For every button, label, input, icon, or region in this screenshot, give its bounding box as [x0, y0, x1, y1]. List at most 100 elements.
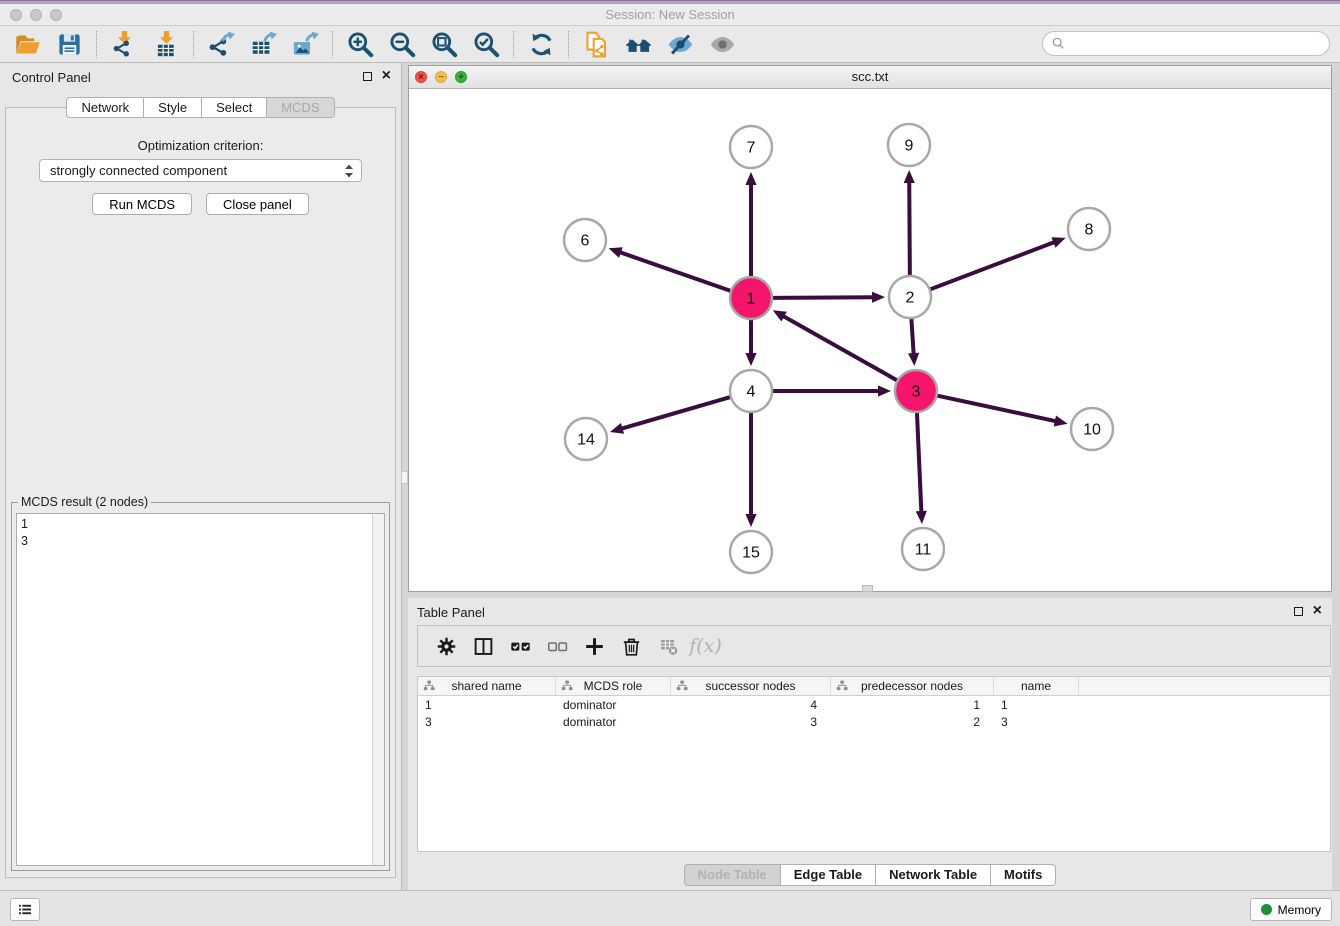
tab-select[interactable]: Select [202, 97, 267, 118]
zoom-out-button[interactable] [381, 28, 423, 61]
edge-4-3[interactable] [773, 385, 891, 396]
panel-divider-grip[interactable] [401, 471, 408, 484]
minimize-window-button[interactable] [30, 9, 42, 21]
edge-3-11[interactable] [916, 413, 927, 524]
select-all-button[interactable] [502, 630, 539, 662]
network-canvas[interactable]: 7 9 6 8 1 2 4 3 14 10 15 11 [409, 89, 1331, 591]
column-layout-button[interactable] [465, 630, 502, 662]
edge-1-6[interactable] [609, 247, 731, 290]
search-input[interactable] [1070, 35, 1329, 52]
node-6[interactable]: 6 [564, 219, 606, 261]
import-network-button[interactable] [103, 28, 145, 61]
node-2[interactable]: 2 [889, 276, 931, 318]
node-15[interactable]: 15 [730, 531, 772, 573]
node-14[interactable]: 14 [565, 418, 607, 460]
table-row[interactable]: 3dominator323 [418, 713, 1330, 730]
zoom-selected-button[interactable] [465, 28, 507, 61]
show-all-button[interactable] [701, 28, 743, 61]
search-box[interactable] [1042, 31, 1330, 56]
cell-predecessor-nodes[interactable]: 2 [831, 715, 994, 729]
open-session-button[interactable] [6, 28, 48, 61]
float-panel-icon[interactable] [363, 72, 372, 81]
cell-mcds-role[interactable]: dominator [556, 715, 671, 729]
tab-network[interactable]: Network [66, 97, 144, 118]
edge-4-14[interactable] [610, 397, 730, 434]
delete-table-icon [658, 636, 679, 657]
tab-mcds[interactable]: MCDS [267, 97, 334, 118]
node-9[interactable]: 9 [888, 124, 930, 166]
run-mcds-button[interactable]: Run MCDS [92, 193, 192, 215]
network-minimize-button[interactable]: − [435, 71, 447, 83]
memory-button[interactable]: Memory [1250, 898, 1332, 921]
column-sort-icon [836, 680, 848, 691]
node-11[interactable]: 11 [902, 528, 944, 570]
network-window-titlebar[interactable]: × − + scc.txt [409, 66, 1331, 89]
zoom-in-button[interactable] [339, 28, 381, 61]
table-panel-title: Table Panel [417, 605, 485, 620]
edge-2-3[interactable] [908, 319, 919, 366]
mcds-result-text[interactable]: 1 3 [16, 513, 385, 866]
table-row[interactable]: 1dominator411 [418, 696, 1330, 713]
save-session-button[interactable] [48, 28, 90, 61]
cell-successor-nodes[interactable]: 4 [671, 698, 831, 712]
cell-shared-name[interactable]: 3 [418, 715, 556, 729]
tab-network-table[interactable]: Network Table [876, 864, 991, 886]
export-network-button[interactable] [200, 28, 242, 61]
cell-mcds-role[interactable]: dominator [556, 698, 671, 712]
edge-4-15[interactable] [745, 413, 756, 527]
node-10[interactable]: 10 [1071, 408, 1113, 450]
node-8[interactable]: 8 [1068, 208, 1110, 250]
network-close-button[interactable]: × [415, 71, 427, 83]
node-4[interactable]: 4 [730, 370, 772, 412]
edge-3-1[interactable] [773, 310, 897, 380]
export-image-button[interactable] [284, 28, 326, 61]
close-panel-button[interactable]: Close panel [206, 193, 309, 215]
cell-name[interactable]: 1 [994, 698, 1079, 712]
home-button[interactable] [617, 28, 659, 61]
deselect-all-button[interactable] [539, 630, 576, 662]
refresh-button[interactable] [520, 28, 562, 61]
edge-1-4[interactable] [745, 320, 756, 366]
cell-successor-nodes[interactable]: 3 [671, 715, 831, 729]
node-3[interactable]: 3 [895, 370, 937, 412]
column-header-successor-nodes[interactable]: successor nodes [671, 677, 831, 695]
add-column-button[interactable] [576, 630, 613, 662]
column-header-mcds-role[interactable]: MCDS role [556, 677, 671, 695]
tab-node-table[interactable]: Node Table [684, 864, 781, 886]
edge-1-2[interactable] [773, 292, 885, 303]
column-header-label: predecessor nodes [861, 679, 963, 693]
close-table-panel-icon[interactable]: × [1313, 606, 1322, 616]
cell-name[interactable]: 3 [994, 715, 1079, 729]
criterion-select[interactable]: strongly connected component [39, 159, 362, 182]
edge-2-8[interactable] [931, 237, 1066, 289]
import-table-button[interactable] [145, 28, 187, 61]
zoom-fit-button[interactable] [423, 28, 465, 61]
close-window-button[interactable] [10, 9, 22, 21]
node-7[interactable]: 7 [730, 126, 772, 168]
edge-3-10[interactable] [938, 396, 1068, 427]
hide-selected-button[interactable] [659, 28, 701, 61]
copy-network-button[interactable] [575, 28, 617, 61]
tab-edge-table[interactable]: Edge Table [781, 864, 876, 886]
tab-style[interactable]: Style [144, 97, 202, 118]
float-table-panel-icon[interactable] [1294, 607, 1303, 616]
cell-shared-name[interactable]: 1 [418, 698, 556, 712]
network-resize-grip[interactable] [862, 585, 873, 592]
cell-predecessor-nodes[interactable]: 1 [831, 698, 994, 712]
edge-2-9[interactable] [904, 170, 915, 275]
network-zoom-button[interactable]: + [455, 71, 467, 83]
export-table-button[interactable] [242, 28, 284, 61]
zoom-window-button[interactable] [50, 9, 62, 21]
column-header-name[interactable]: name [994, 677, 1079, 695]
close-panel-icon[interactable]: × [382, 71, 391, 81]
delete-column-button[interactable] [613, 630, 650, 662]
task-history-button[interactable] [10, 898, 40, 921]
result-scrollbar[interactable] [372, 514, 384, 865]
edge-1-7[interactable] [745, 172, 756, 276]
tab-motifs[interactable]: Motifs [991, 864, 1056, 886]
node-1[interactable]: 1 [730, 277, 772, 319]
column-header-predecessor-nodes[interactable]: predecessor nodes [831, 677, 994, 695]
settings-gear-button[interactable] [428, 630, 465, 662]
network-graph[interactable]: 7 9 6 8 1 2 4 3 14 10 15 11 [409, 89, 1331, 591]
column-header-shared-name[interactable]: shared name [418, 677, 556, 695]
